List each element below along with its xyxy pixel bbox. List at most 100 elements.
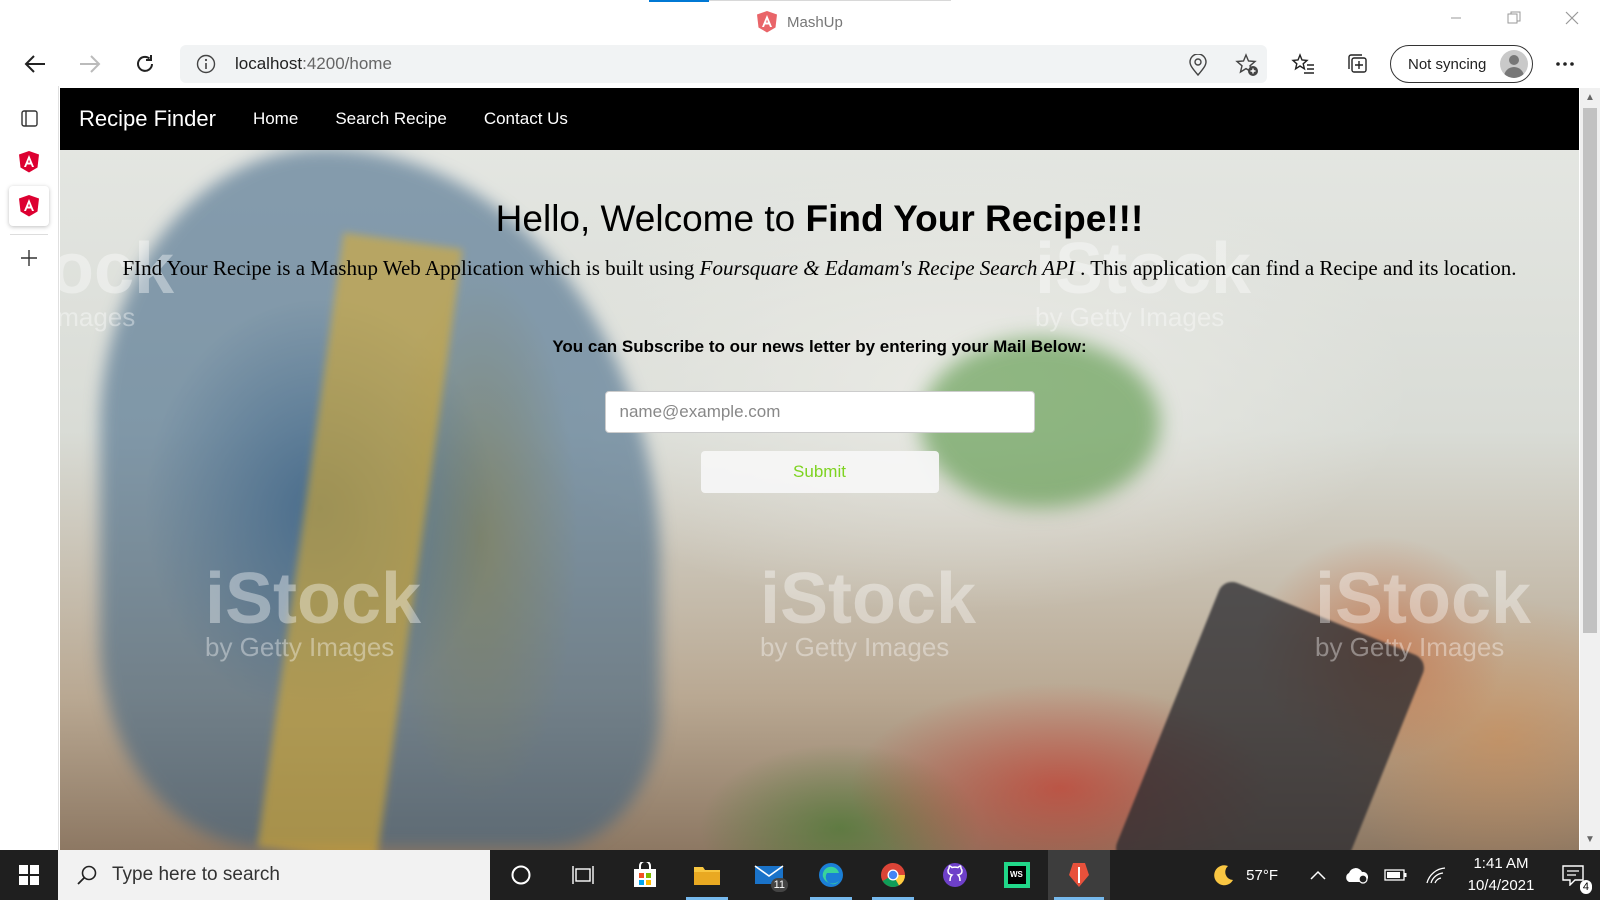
tab-angular-active[interactable] — [9, 186, 49, 226]
show-hidden-icons-button[interactable] — [1300, 850, 1336, 900]
watermark-line: by Getty Images — [205, 632, 395, 662]
scroll-down-arrow-icon[interactable]: ▼ — [1584, 834, 1596, 846]
chrome-button[interactable] — [862, 850, 924, 900]
github-icon — [943, 863, 967, 887]
angular-tab-icon — [19, 195, 39, 217]
location-icon[interactable] — [1188, 54, 1208, 76]
close-button[interactable] — [1552, 6, 1592, 30]
app-description: FInd Your Recipe is a Mashup Web Applica… — [120, 254, 1519, 283]
forward-arrow-icon — [80, 55, 101, 73]
profile-sync-button[interactable]: Not syncing — [1390, 45, 1533, 83]
chevron-up-icon — [1310, 870, 1326, 880]
battery-button[interactable] — [1376, 850, 1416, 900]
site-navbar: Recipe Finder Home Search Recipe Contact… — [60, 88, 1579, 150]
restore-icon — [1507, 11, 1521, 24]
add-favorite-icon[interactable] — [1235, 53, 1259, 77]
start-button[interactable] — [0, 850, 58, 900]
nav-link-home[interactable]: Home — [253, 109, 298, 129]
microsoft-store-button[interactable] — [614, 850, 676, 900]
watermark-line: by Getty Images — [1315, 632, 1505, 662]
moon-icon — [1214, 865, 1234, 886]
svg-text:WS: WS — [1010, 870, 1024, 879]
watermark: iStock by Getty Images — [1315, 558, 1531, 663]
github-desktop-button[interactable] — [924, 850, 986, 900]
watermark-brand: iStock — [205, 559, 422, 639]
restore-button[interactable] — [1494, 6, 1534, 30]
window-title-text: MashUp — [787, 13, 843, 31]
system-tray: 57°F 1:41 AM 10/4/2021 4 — [1202, 850, 1600, 900]
email-field[interactable] — [604, 391, 1035, 433]
more-dots-icon — [1556, 62, 1574, 66]
nav-link-search-recipe[interactable]: Search Recipe — [335, 109, 447, 129]
action-center-button[interactable]: 4 — [1546, 850, 1600, 900]
minimize-button[interactable] — [1436, 6, 1476, 30]
weather-button[interactable] — [1202, 850, 1246, 900]
task-view-button[interactable] — [552, 850, 614, 900]
tab-angular-1[interactable] — [9, 142, 49, 182]
avatar — [1500, 50, 1528, 78]
hero-section: Hello, Welcome to Find Your Recipe!!! FI… — [60, 150, 1579, 493]
page-title: Hello, Welcome to Find Your Recipe!!! — [60, 198, 1579, 240]
taskbar-search-placeholder: Type here to search — [112, 864, 280, 885]
address-bar[interactable]: localhost:4200/home — [180, 45, 1267, 83]
refresh-button[interactable] — [128, 48, 162, 80]
page-scrollbar[interactable]: ▲ ▼ — [1580, 88, 1600, 850]
scroll-up-arrow-icon[interactable]: ▲ — [1584, 92, 1596, 104]
system-clock[interactable]: 1:41 AM 10/4/2021 — [1456, 853, 1546, 897]
collections-icon — [1348, 54, 1367, 73]
taskbar-search[interactable]: Type here to search — [58, 850, 490, 900]
plus-icon — [21, 250, 37, 266]
back-arrow-icon — [24, 55, 45, 73]
network-button[interactable] — [1416, 850, 1456, 900]
sidebar-divider — [10, 234, 48, 235]
active-tab-indicator — [649, 0, 709, 2]
submit-button[interactable]: Submit — [700, 451, 939, 493]
edge-button[interactable] — [800, 850, 862, 900]
webstorm-button[interactable]: WS — [986, 850, 1048, 900]
tab-actions-button[interactable] — [9, 98, 49, 138]
window-title: MashUp — [757, 11, 843, 33]
desc-after: . This application can find a Recipe and… — [1074, 256, 1517, 280]
watermark-brand: iStock — [760, 559, 977, 639]
onedrive-button[interactable] — [1336, 850, 1376, 900]
back-button[interactable] — [18, 48, 52, 80]
navbar-brand[interactable]: Recipe Finder — [79, 106, 216, 132]
sync-status-label: Not syncing — [1408, 55, 1487, 73]
title-bold: Find Your Recipe!!! — [805, 198, 1144, 239]
desc-before: FInd Your Recipe is a Mashup Web Applica… — [122, 256, 700, 280]
subscribe-label: You can Subscribe to our news letter by … — [552, 337, 1087, 356]
cortana-button[interactable] — [490, 850, 552, 900]
more-menu-button[interactable] — [1548, 48, 1582, 80]
mail-button[interactable]: 11 — [738, 850, 800, 900]
angular-logo-icon — [757, 11, 777, 33]
collections-button[interactable] — [1341, 48, 1375, 80]
favorites-button[interactable] — [1286, 48, 1320, 80]
watermark-line: by Getty Images — [760, 632, 950, 662]
watermark: iStock by Getty Images — [760, 558, 976, 663]
title-bar: MashUp — [0, 0, 1600, 42]
url-path: :4200/home — [302, 54, 392, 73]
scroll-thumb[interactable] — [1583, 108, 1597, 633]
minimize-icon — [1451, 17, 1461, 19]
web-page: ockImages iStockby Getty Images iStockby… — [60, 88, 1579, 850]
edge-icon — [819, 863, 843, 887]
store-icon — [634, 862, 656, 887]
new-tab-button[interactable] — [9, 238, 49, 278]
browser-toolbar: localhost:4200/home Not syncing — [0, 42, 1600, 86]
nav-link-contact-us[interactable]: Contact Us — [484, 109, 568, 129]
desc-api-name: Foursquare & Edamam's Recipe Search API — [699, 256, 1075, 280]
postman-button[interactable] — [1048, 850, 1110, 900]
favorites-icon — [1291, 53, 1314, 74]
close-icon — [1565, 11, 1579, 25]
file-explorer-button[interactable] — [676, 850, 738, 900]
weather-temperature[interactable]: 57°F — [1246, 867, 1278, 884]
battery-icon — [1384, 869, 1407, 881]
info-icon[interactable] — [196, 54, 216, 74]
watermark-brand: iStock — [1315, 559, 1532, 639]
url-text[interactable]: localhost:4200/home — [235, 54, 392, 74]
url-host: localhost — [235, 54, 303, 73]
task-view-icon — [572, 866, 594, 884]
forward-button[interactable] — [73, 48, 107, 80]
webstorm-icon: WS — [1004, 862, 1030, 888]
wifi-icon — [1426, 867, 1446, 884]
